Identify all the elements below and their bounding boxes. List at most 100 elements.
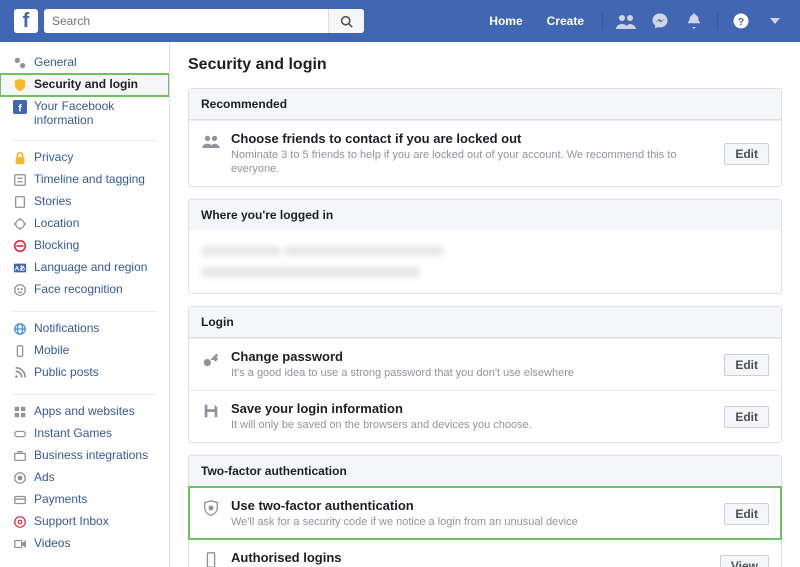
sidebar-item-label: Timeline and tagging [34,172,161,186]
sidebar-item-face-recognition[interactable]: Face recognition [0,279,169,301]
setting-row-use-two-factor-authentication: Use two-factor authenticationWe'll ask f… [189,487,781,539]
sidebar-item-language-and-region[interactable]: AあLanguage and region [0,257,169,279]
sidebar-item-label: Privacy [34,150,161,164]
sidebar-item-timeline-and-tagging[interactable]: Timeline and tagging [0,169,169,191]
friends-icon [201,131,221,151]
blurred-content [189,230,781,293]
row-subtitle: It's a good idea to use a strong passwor… [231,366,714,380]
sidebar-item-label: Mobile [34,343,161,357]
section-recommended: Recommended Choose friends to contact if … [188,88,782,187]
save-icon [201,401,221,421]
row-body: Change password It's a good idea to use a… [231,349,714,380]
section-two-factor-authentication: Two-factor authenticationUse two-factor … [188,455,782,567]
sidebar-item-label: Payments [34,492,161,506]
sidebar-item-mobile[interactable]: Mobile [0,340,169,362]
sidebar-item-general[interactable]: General [0,52,169,74]
svg-text:?: ? [738,16,744,28]
sidebar-item-security-and-login[interactable]: Security and login [0,74,169,96]
support-icon [12,514,28,530]
nav-home[interactable]: Home [479,9,532,33]
page-title: Security and login [188,56,782,74]
sidebar-item-label: Face recognition [34,282,161,296]
svg-text:Aあ: Aあ [15,265,26,273]
main-content: Security and login Recommended Choose fri… [170,42,800,567]
help-icon[interactable]: ? [730,10,752,32]
friend-requests-icon[interactable] [615,10,637,32]
section-header: Two-factor authentication [189,456,781,487]
sidebar-item-your-facebook-information[interactable]: f Your Facebook information [0,96,169,130]
sidebar-item-stories[interactable]: Stories [0,191,169,213]
sidebar-item-ads[interactable]: Ads [0,467,169,489]
edit-button[interactable]: Edit [724,406,769,428]
sidebar-item-label: Public posts [34,365,161,379]
sidebar-item-label: Ads [34,470,161,484]
biz-icon [12,448,28,464]
nav-create[interactable]: Create [537,9,594,33]
phone-icon [201,550,221,567]
settings-sidebar: General Security and login f Your Facebook … [0,42,170,567]
sidebar-item-label: Notifications [34,321,161,335]
nav-separator [602,12,603,30]
row-title: Authorised logins [231,550,710,565]
sidebar-group: Notifications Mobile Public posts [0,318,169,390]
edit-button[interactable]: Edit [724,143,769,165]
sidebar-item-blocking[interactable]: Blocking [0,235,169,257]
globe-icon [12,321,28,337]
gears-icon [12,55,28,71]
search-wrap [44,9,364,33]
row-subtitle: We'll ask for a security code if we noti… [231,515,714,529]
apps-icon [12,404,28,420]
stories-icon [12,194,28,210]
row-title: Change password [231,349,714,364]
messenger-icon[interactable] [649,10,671,32]
facebook-logo[interactable]: f [14,9,38,33]
edit-button[interactable]: Edit [724,503,769,525]
mobile-icon [12,343,28,359]
sidebar-item-instant-games[interactable]: Instant Games [0,423,169,445]
sidebar-item-support-inbox[interactable]: Support Inbox [0,511,169,533]
search-button[interactable] [328,9,364,33]
header-right: Home Create ? [479,9,790,33]
sidebar-item-privacy[interactable]: Privacy [0,147,169,169]
section-login: Login Change password It's a good idea to … [188,306,782,443]
sidebar-item-location[interactable]: Location [0,213,169,235]
sidebar-item-label: Your Facebook information [34,99,161,127]
setting-row-authorised-logins: Authorised loginsReview a list of device… [189,539,781,567]
section-header: Recommended [189,89,781,120]
sidebar-group: General Security and login f Your Facebook … [0,52,169,136]
search-input[interactable] [44,9,364,33]
sidebar-item-notifications[interactable]: Notifications [0,318,169,340]
sidebar-item-apps-and-websites[interactable]: Apps and websites [0,401,169,423]
account-menu-icon[interactable] [764,10,786,32]
game-icon [12,426,28,442]
view-button[interactable]: View [720,555,769,567]
sidebar-group: Privacy Timeline and tagging StoriesLocati… [0,147,169,307]
sidebar-separator [12,140,157,141]
lock-icon [12,150,28,166]
sidebar-item-public-posts[interactable]: Public posts [0,362,169,384]
row-body: Choose friends to contact if you are loc… [231,131,714,176]
shield-icon [201,498,221,518]
video-icon [12,536,28,552]
section-header: Login [189,307,781,338]
sidebar-separator [12,311,157,312]
rss-icon [12,365,28,381]
setting-row-save-your-login-information: Save your login informationIt will only … [189,390,781,442]
svg-text:f: f [18,102,22,114]
fb-icon: f [12,99,28,115]
section-where-you-re-logged-in: Where you're logged in [188,199,782,294]
sidebar-item-label: Instant Games [34,426,161,440]
sidebar-item-business-integrations[interactable]: Business integrations [0,445,169,467]
row-subtitle: It will only be saved on the browsers an… [231,418,714,432]
row-body: Save your login informationIt will only … [231,401,714,432]
sidebar-item-payments[interactable]: Payments [0,489,169,511]
key-icon [201,349,221,369]
notifications-icon[interactable] [683,10,705,32]
sidebar-item-label: Security and login [34,77,161,91]
section-header: Where you're logged in [189,200,781,230]
edit-button[interactable]: Edit [724,354,769,376]
pay-icon [12,492,28,508]
sidebar-item-videos[interactable]: Videos [0,533,169,555]
location-icon [12,216,28,232]
sidebar-item-label: Support Inbox [34,514,161,528]
